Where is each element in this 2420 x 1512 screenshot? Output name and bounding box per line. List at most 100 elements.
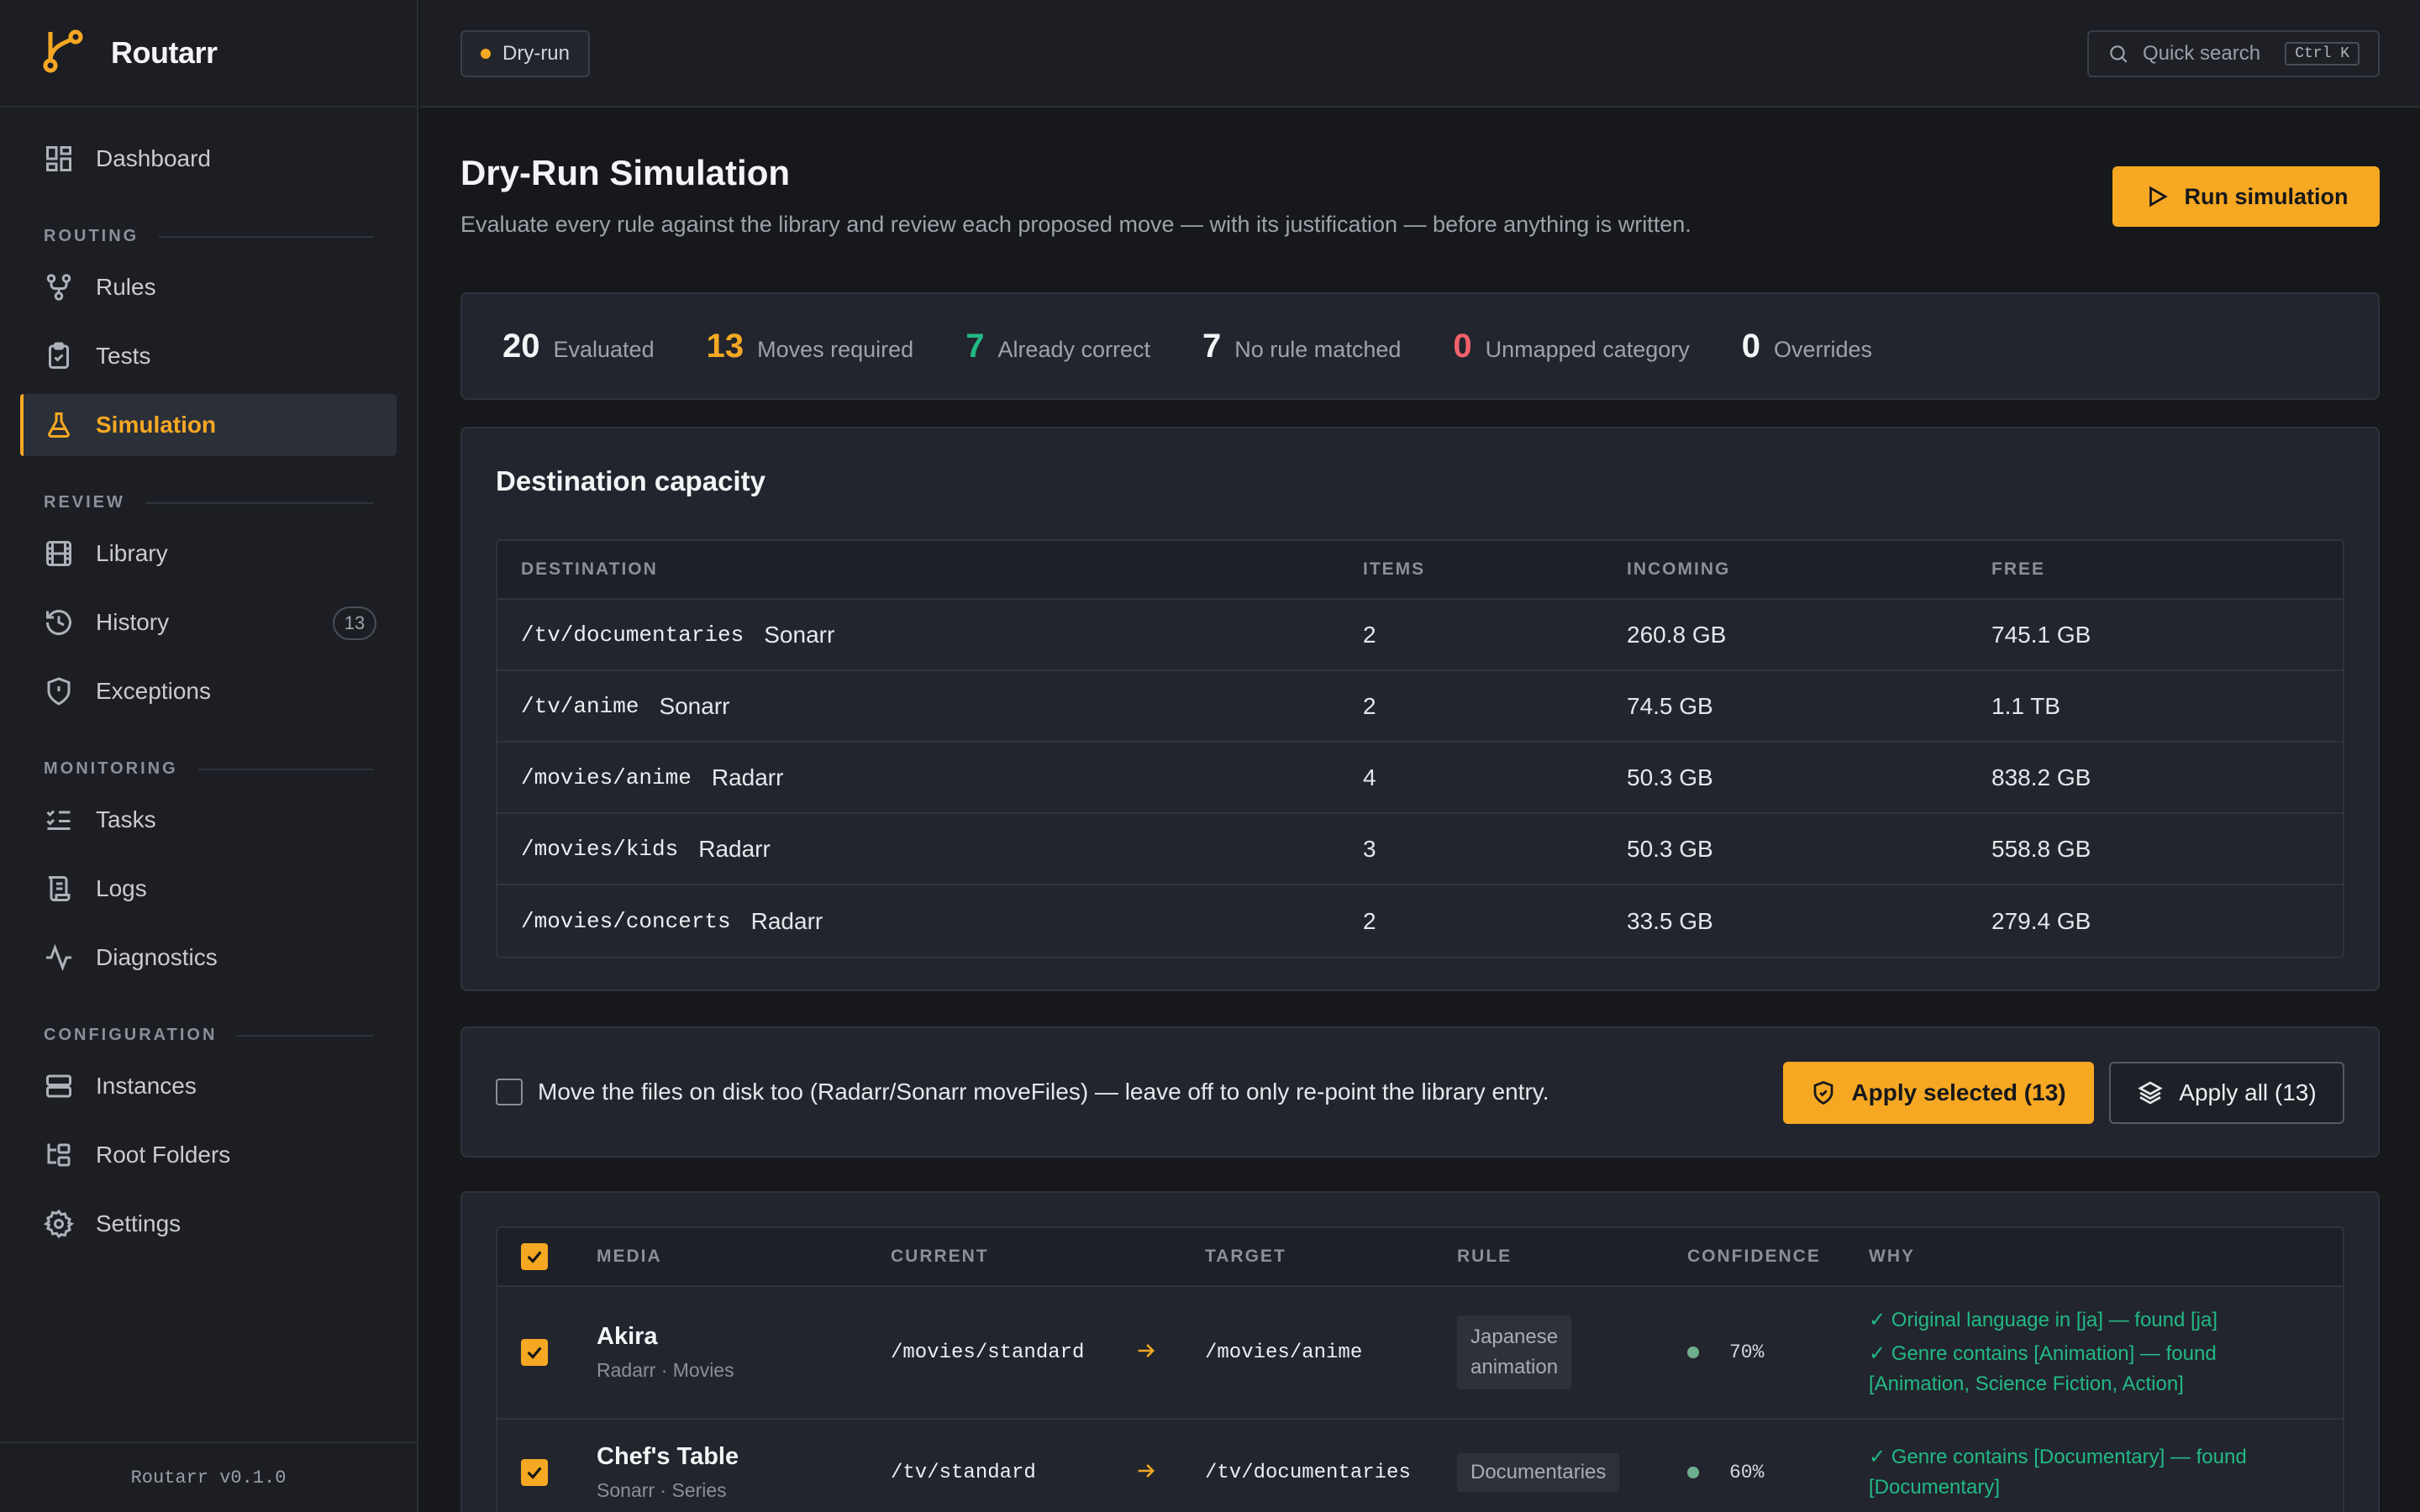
apply-all-button[interactable]: Apply all (13) (2109, 1062, 2344, 1124)
free-space: 558.8 GB (1991, 835, 2091, 862)
why-cell: ✓ Original language in [ja] — found [ja]… (1869, 1302, 2343, 1403)
section-label-review: REVIEW (44, 493, 373, 512)
destination-capacity-table: DESTINATION ITEMS INCOMING FREE /tv/docu… (496, 539, 2344, 958)
table-row: /movies/anime Radarr 4 50.3 GB 838.2 GB (497, 743, 2343, 814)
stat-no-rule-matched: 7 No rule matched (1202, 328, 1401, 365)
apply-selected-button[interactable]: Apply selected (13) (1783, 1062, 2094, 1124)
apply-all-label: Apply all (13) (2179, 1079, 2317, 1105)
table-row: /movies/concerts Radarr 2 33.5 GB 279.4 G… (497, 885, 2343, 957)
sidebar-item-label: Dashboard (96, 145, 211, 171)
sidebar-item-tasks[interactable]: Tasks (20, 789, 397, 851)
sidebar: Routarr Dashboard ROUTING Rules Tests Si… (0, 0, 418, 1512)
sidebar-item-root-folders[interactable]: Root Folders (20, 1124, 397, 1186)
destination-app: Radarr (750, 907, 823, 934)
app-version: Routarr v0.1.0 (0, 1441, 417, 1512)
why-reason: ✓ Genre contains [Documentary] — found (1869, 1446, 2247, 1468)
section-divider (197, 768, 373, 770)
column-header-media: MEDIA (597, 1247, 662, 1266)
section-label-routing: ROUTING (44, 227, 373, 246)
free-space: 279.4 GB (1991, 907, 2091, 934)
sidebar-item-diagnostics[interactable]: Diagnostics (20, 927, 397, 989)
confidence-dot-icon (1687, 1467, 1699, 1478)
sidebar-item-label: Tasks (96, 806, 156, 832)
checkmark-icon (527, 1467, 542, 1479)
column-header-confidence: CONFIDENCE (1687, 1247, 1821, 1266)
column-header-why: WHY (1869, 1247, 1915, 1266)
confidence-value: 70% (1729, 1341, 1765, 1363)
rule-chip[interactable]: Documentaries (1457, 1453, 1620, 1492)
destination-path: /movies/kids (521, 836, 679, 862)
sidebar-item-simulation[interactable]: Simulation (20, 394, 397, 456)
row-select-checkbox[interactable] (521, 1459, 548, 1486)
sidebar-item-label: Rules (96, 274, 156, 300)
stat-moves-required: 13 Moves required (707, 328, 914, 365)
free-space: 745.1 GB (1991, 621, 2091, 648)
confidence-cell: 60% (1687, 1462, 1869, 1483)
sidebar-item-exceptions[interactable]: Exceptions (20, 660, 397, 722)
items-count: 2 (1363, 621, 1376, 648)
table-row: /tv/documentaries Sonarr 2 260.8 GB 745.1… (497, 600, 2343, 671)
stat-label: Already correct (997, 336, 1151, 362)
table-row: /tv/anime Sonarr 2 74.5 GB 1.1 TB (497, 671, 2343, 743)
table-row: Chef's Table Sonarr · Series /tv/standar… (497, 1420, 2343, 1512)
row-select-checkbox[interactable] (521, 1339, 548, 1366)
section-label-text: MONITORING (44, 759, 178, 778)
select-all-checkbox[interactable] (521, 1242, 548, 1270)
section-label-configuration: CONFIGURATION (44, 1026, 373, 1045)
topbar: Dry-run Quick search Ctrl K (420, 0, 2420, 108)
shield-alert-icon (47, 677, 71, 706)
media-meta: Sonarr · Series (597, 1479, 727, 1501)
move-files-checkbox[interactable] (496, 1079, 523, 1105)
sidebar-item-label: Library (96, 540, 168, 566)
brand[interactable]: Routarr (0, 0, 417, 108)
target-path: /movies/anime (1205, 1341, 1363, 1364)
gear-icon (44, 1209, 74, 1239)
sidebar-item-history[interactable]: History 13 (20, 591, 397, 654)
stat-value: 0 (1741, 327, 1761, 365)
sidebar-item-label: Logs (96, 875, 147, 901)
confidence-cell: 70% (1687, 1341, 1869, 1363)
column-header-current: CURRENT (891, 1247, 989, 1266)
search-placeholder: Quick search (2143, 42, 2261, 65)
items-count: 2 (1363, 692, 1376, 719)
git-fork-icon (46, 274, 71, 301)
rule-cell: Documentaries (1457, 1453, 1687, 1492)
play-icon (2149, 186, 2168, 207)
sidebar-item-tests[interactable]: Tests (20, 325, 397, 387)
activity-icon (46, 943, 71, 972)
sidebar-item-logs[interactable]: Logs (20, 858, 397, 920)
stat-already-correct: 7 Already correct (965, 328, 1150, 365)
section-divider (159, 235, 373, 238)
destination-path: /tv/documentaries (521, 622, 744, 648)
stat-value: 20 (502, 327, 540, 365)
current-path: /movies/standard (891, 1341, 1085, 1364)
stat-label: Moves required (757, 336, 914, 362)
layers-icon (2138, 1081, 2164, 1105)
destination-capacity-card: Destination capacity DESTINATION ITEMS I… (460, 427, 2380, 991)
rule-chip-line: animation (1470, 1356, 1559, 1378)
list-checks-icon (46, 810, 71, 830)
rule-chip-line: Japanese (1470, 1326, 1559, 1348)
move-arrow-icon (1134, 1339, 1205, 1367)
sidebar-item-dashboard[interactable]: Dashboard (20, 128, 397, 190)
proposed-moves-table: MEDIA CURRENT TARGET RULE CONFIDENCE WHY… (496, 1226, 2344, 1512)
run-simulation-button[interactable]: Run simulation (2112, 166, 2380, 227)
checkmark-icon (527, 1347, 542, 1359)
quick-search-input[interactable]: Quick search Ctrl K (2087, 30, 2380, 77)
sidebar-item-rules[interactable]: Rules (20, 256, 397, 318)
why-reason-continued: [Documentary] (1869, 1476, 2001, 1499)
move-files-option[interactable]: Move the files on disk too (Radarr/Sonar… (496, 1079, 1549, 1105)
destination-app: Radarr (698, 835, 771, 862)
sidebar-item-label: Tests (96, 343, 151, 369)
stat-value: 13 (706, 327, 744, 365)
stat-label: Overrides (1774, 336, 1873, 362)
why-reason: ✓ Genre contains [Animation] — found (1869, 1342, 2217, 1365)
sidebar-item-instances[interactable]: Instances (20, 1055, 397, 1117)
sidebar-item-settings[interactable]: Settings (20, 1193, 397, 1255)
dry-run-mode-pill[interactable]: Dry-run (460, 30, 591, 77)
sidebar-item-library[interactable]: Library (20, 522, 397, 585)
rule-chip[interactable]: Japanese animation (1457, 1315, 1572, 1389)
destination-app: Radarr (711, 764, 784, 790)
page-title: Dry-Run Simulation (460, 153, 791, 192)
sidebar-nav: Dashboard ROUTING Rules Tests Simulation… (0, 108, 417, 1255)
